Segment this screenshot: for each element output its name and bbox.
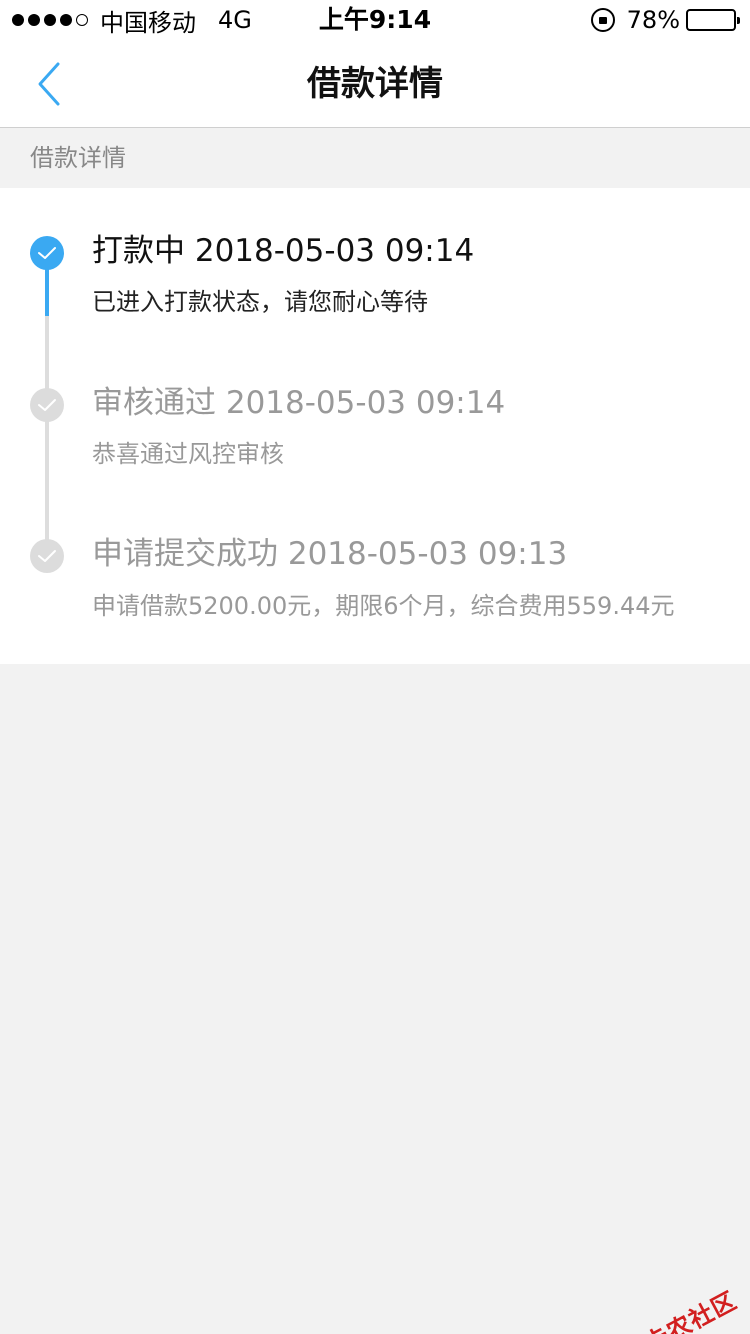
- step-description: 已进入打款状态，请您耐心等待: [92, 288, 428, 316]
- status-bar: 中国移动 4G 上午9:14 78%: [0, 0, 750, 40]
- loan-timeline: 打款中 2018-05-03 09:14 已进入打款状态，请您耐心等待 审核通过…: [0, 188, 750, 664]
- step-description: 申请借款5200.00元，期限6个月，综合费用559.44元: [92, 592, 675, 620]
- step-title: 审核通过 2018-05-03 09:14: [92, 385, 506, 421]
- navigation-bar: 借款详情: [0, 40, 750, 128]
- section-header: 借款详情: [0, 129, 750, 188]
- timeline-line-rest: [45, 316, 49, 554]
- check-icon: [30, 236, 64, 270]
- page-title: 借款详情: [307, 64, 443, 104]
- check-icon: [30, 388, 64, 422]
- step-description: 恭喜通过风控审核: [92, 440, 284, 468]
- page: 中国移动 4G 上午9:14 78% 借款详情 借款详情 打款中 2018-05…: [0, 0, 750, 1334]
- watermark: 卡农社区: [611, 1281, 742, 1334]
- rotation-lock-icon: [590, 8, 615, 32]
- battery-percentage: 78%: [626, 6, 680, 34]
- step-title: 打款中 2018-05-03 09:14: [92, 233, 475, 269]
- step-title: 申请提交成功 2018-05-03 09:13: [92, 536, 568, 572]
- status-right: 78%: [590, 6, 740, 34]
- check-icon: [30, 539, 64, 573]
- battery-icon: [686, 9, 740, 31]
- watermark-text: 卡农社区: [640, 1286, 742, 1334]
